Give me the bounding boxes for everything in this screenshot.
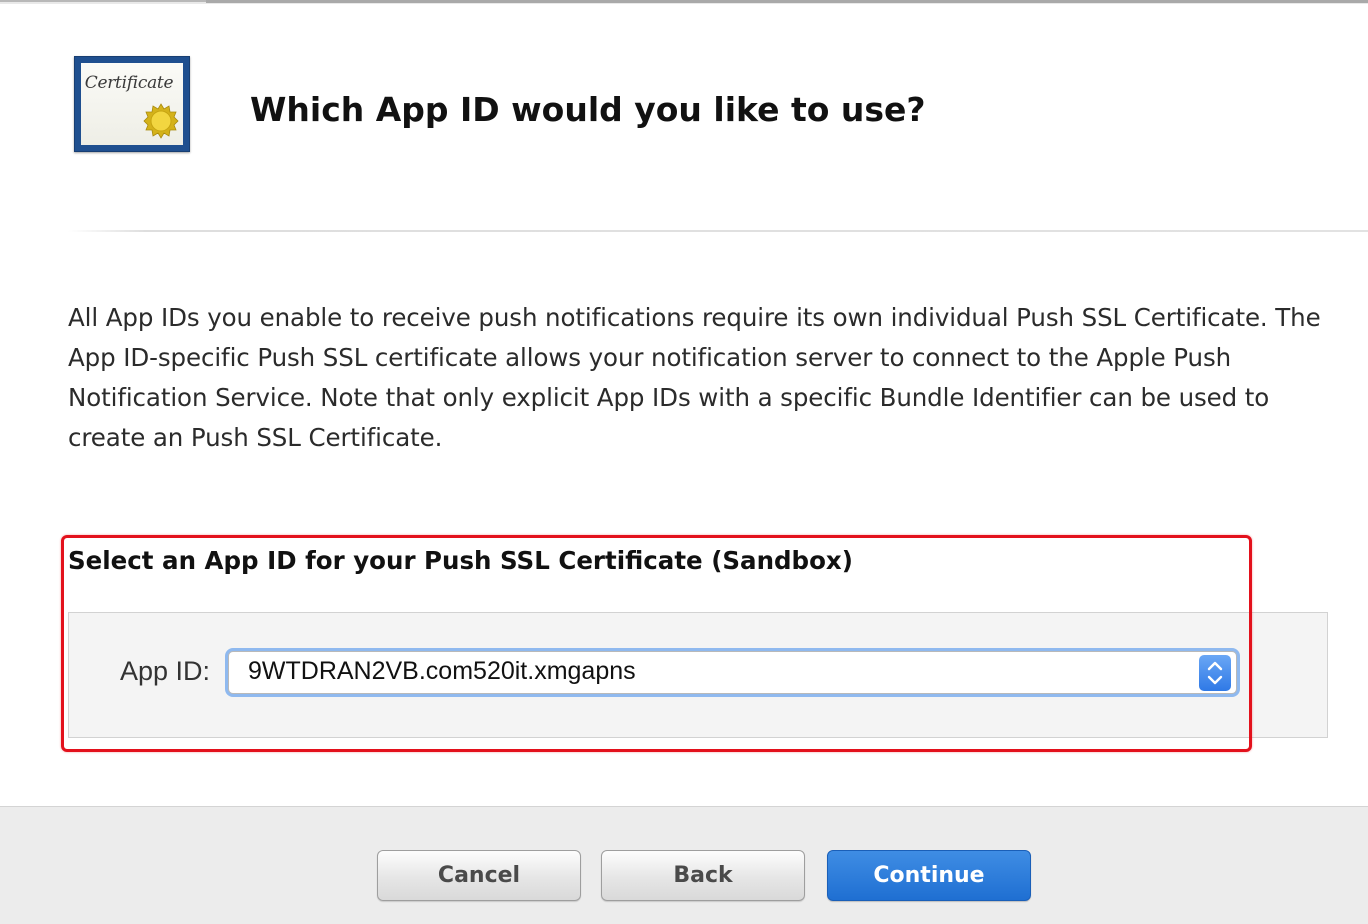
back-button[interactable]: Back	[601, 850, 805, 901]
certificate-icon-text: Certificate	[84, 73, 174, 93]
app-id-label: App ID:	[120, 656, 211, 686]
browser-tab-edge	[0, 0, 1368, 4]
continue-button[interactable]: Continue	[827, 850, 1031, 901]
description-text: All App IDs you enable to receive push n…	[68, 303, 1321, 452]
app-id-select-value[interactable]: 9WTDRAN2VB.com520it.xmgapns	[248, 657, 636, 686]
header-divider	[68, 230, 1368, 232]
section-title: Select an App ID for your Push SSL Certi…	[68, 546, 853, 575]
page: Certificate Which App ID would you like …	[0, 0, 1368, 924]
page-title: Which App ID would you like to use?	[250, 90, 926, 129]
certificate-icon: Certificate	[74, 56, 190, 152]
seal-icon	[143, 103, 179, 139]
cancel-button[interactable]: Cancel	[377, 850, 581, 901]
select-arrows-icon[interactable]	[1199, 655, 1231, 691]
